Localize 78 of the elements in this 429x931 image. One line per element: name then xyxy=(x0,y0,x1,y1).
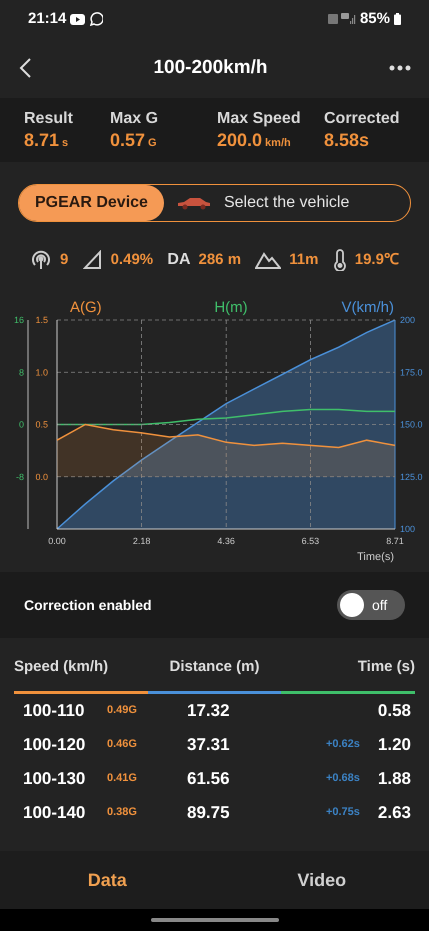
axis-title: Time(s) xyxy=(357,551,394,563)
peak-g: 0.46G xyxy=(107,737,138,752)
stat-label: Result xyxy=(24,108,74,129)
mountain-icon xyxy=(255,251,282,269)
battery-icon xyxy=(394,13,401,25)
nav-tab[interactable]: Data xyxy=(0,851,214,909)
time-value: 0.58 xyxy=(378,700,411,722)
speed-range: 100-120 xyxy=(23,734,86,756)
stat-label: Corrected xyxy=(324,108,401,129)
correction-toggle[interactable]: off xyxy=(337,590,405,620)
condition-value: 0.49% xyxy=(110,250,154,270)
antenna-icon xyxy=(30,249,52,271)
more-icon xyxy=(388,65,411,71)
thermometer-icon xyxy=(332,249,347,271)
axis-tick-label: 1.0 xyxy=(35,367,48,378)
distance-value: 37.31 xyxy=(187,734,231,756)
stat-value: 8.71 s xyxy=(24,128,70,152)
stat-value: 200.0 km/h xyxy=(217,128,292,152)
distance-value: 17.32 xyxy=(187,700,231,722)
speed-range: 100-110 xyxy=(23,700,86,722)
series-label: A(G) xyxy=(70,299,102,316)
speed-range: 100-140 xyxy=(23,802,86,824)
axis-tick-label: 175.0 xyxy=(400,367,423,378)
axis-tick-label: 2.18 xyxy=(132,536,150,546)
axis-tick-label: 150.0 xyxy=(400,420,423,430)
column-header: Speed (km/h) xyxy=(14,657,110,677)
condition-label: DA xyxy=(167,250,190,270)
source-option[interactable]: Select the vehicle xyxy=(164,185,362,221)
axis-tick-label: 125.0 xyxy=(400,472,423,482)
battery-level: 85% xyxy=(360,8,390,29)
network-status-icon xyxy=(328,13,356,25)
axis-tick-label: -8 xyxy=(16,472,24,482)
axis-tick-label: 8.71 xyxy=(386,536,404,546)
stat-label: Max Speed xyxy=(217,108,302,129)
stat-value: 8.58s xyxy=(324,128,370,152)
axis-tick-label: 6.53 xyxy=(302,536,320,546)
series-label: V(km/h) xyxy=(342,299,394,316)
condition-value: 11m xyxy=(289,250,318,270)
time-value: 1.20 xyxy=(378,734,411,756)
axis-tick-label: 16 xyxy=(14,315,24,325)
axis-tick-label: 0.0 xyxy=(35,472,48,482)
time-difference: +0.62s xyxy=(326,737,360,752)
axis-tick-label: 0 xyxy=(18,420,24,430)
time-value: 1.88 xyxy=(378,768,411,790)
stat-label: Max G xyxy=(110,108,160,129)
page-title: 100-200km/h xyxy=(153,56,268,80)
axis-tick-label: 0.00 xyxy=(48,536,66,546)
time-difference: +0.68s xyxy=(326,771,360,786)
series-label: H(m) xyxy=(214,299,248,316)
distance-value: 89.75 xyxy=(187,802,231,824)
video-app-icon xyxy=(70,14,86,24)
peak-g: 0.41G xyxy=(107,771,138,786)
car-icon xyxy=(176,196,212,210)
source-option[interactable]: PGEAR Device xyxy=(19,185,164,221)
axis-tick-label: 200 xyxy=(400,315,416,325)
clock: 21:14 xyxy=(28,8,66,29)
column-header: Distance (m) xyxy=(168,657,261,677)
axis-tick-label: 1.5 xyxy=(35,315,48,325)
time-difference: +0.75s xyxy=(326,805,360,820)
nav-tab[interactable]: Video xyxy=(214,851,429,909)
chat-app-icon xyxy=(89,12,104,26)
condition-value: 286 m xyxy=(198,250,242,270)
condition-value: 9 xyxy=(60,250,68,270)
back-icon xyxy=(18,57,32,79)
correction-label: Correction enabled xyxy=(24,596,152,614)
slope-icon xyxy=(82,250,103,270)
speed-range: 100-130 xyxy=(23,768,86,790)
column-header: Time (s) xyxy=(356,657,416,677)
distance-value: 61.56 xyxy=(187,768,231,790)
axis-tick-label: 0.5 xyxy=(35,420,48,430)
time-value: 2.63 xyxy=(378,802,411,824)
condition-value: 19.9℃ xyxy=(354,250,399,270)
stat-value: 0.57 G xyxy=(110,128,158,152)
peak-g: 0.38G xyxy=(107,805,138,820)
peak-g: 0.49G xyxy=(107,703,138,718)
axis-tick-label: 4.36 xyxy=(217,536,235,546)
axis-tick-label: 8 xyxy=(18,367,24,378)
axis-tick-label: 100 xyxy=(400,524,416,534)
